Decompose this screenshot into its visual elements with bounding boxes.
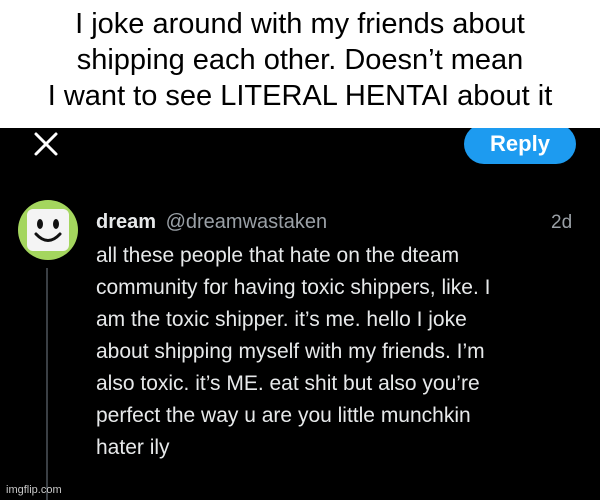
author-name[interactable]: dream — [96, 211, 156, 233]
close-icon[interactable] — [32, 130, 60, 158]
reply-button[interactable]: Reply — [464, 128, 576, 164]
tweet-screenshot: Reply dream @dreamwastaken 2d all these … — [0, 128, 600, 500]
tweet-text: all these people that hate on the dteam … — [96, 240, 596, 464]
tweet-line: also toxic. it’s ME. eat shit but also y… — [96, 372, 480, 395]
smiley-face-avatar-icon — [27, 209, 69, 251]
tweet-line: about shipping myself with my friends. I… — [96, 340, 485, 363]
caption-line: I joke around with my friends about — [75, 8, 525, 40]
tweet-line: hater ily — [96, 436, 170, 459]
tweet-line: am the toxic shipper. it’s me. hello I j… — [96, 308, 467, 331]
caption-line: shipping each other. Doesn’t mean — [76, 44, 524, 76]
tweet-line: community for having toxic shippers, lik… — [96, 276, 491, 299]
caption-line: I want to see LITERAL HENTAI about it — [47, 80, 553, 112]
author-handle[interactable]: @dreamwastaken — [166, 211, 327, 233]
avatar[interactable] — [18, 200, 78, 260]
tweet-author: dream @dreamwastaken — [96, 211, 327, 234]
imgflip-watermark: imgflip.com — [6, 484, 62, 496]
thread-line — [46, 268, 48, 500]
meme-caption: I joke around with my friends about ship… — [0, 0, 600, 128]
tweet-line: all these people that hate on the dteam — [96, 244, 460, 267]
tweet-line: perfect the way u are you little munchki… — [96, 404, 471, 427]
tweet-age: 2d — [551, 212, 573, 233]
